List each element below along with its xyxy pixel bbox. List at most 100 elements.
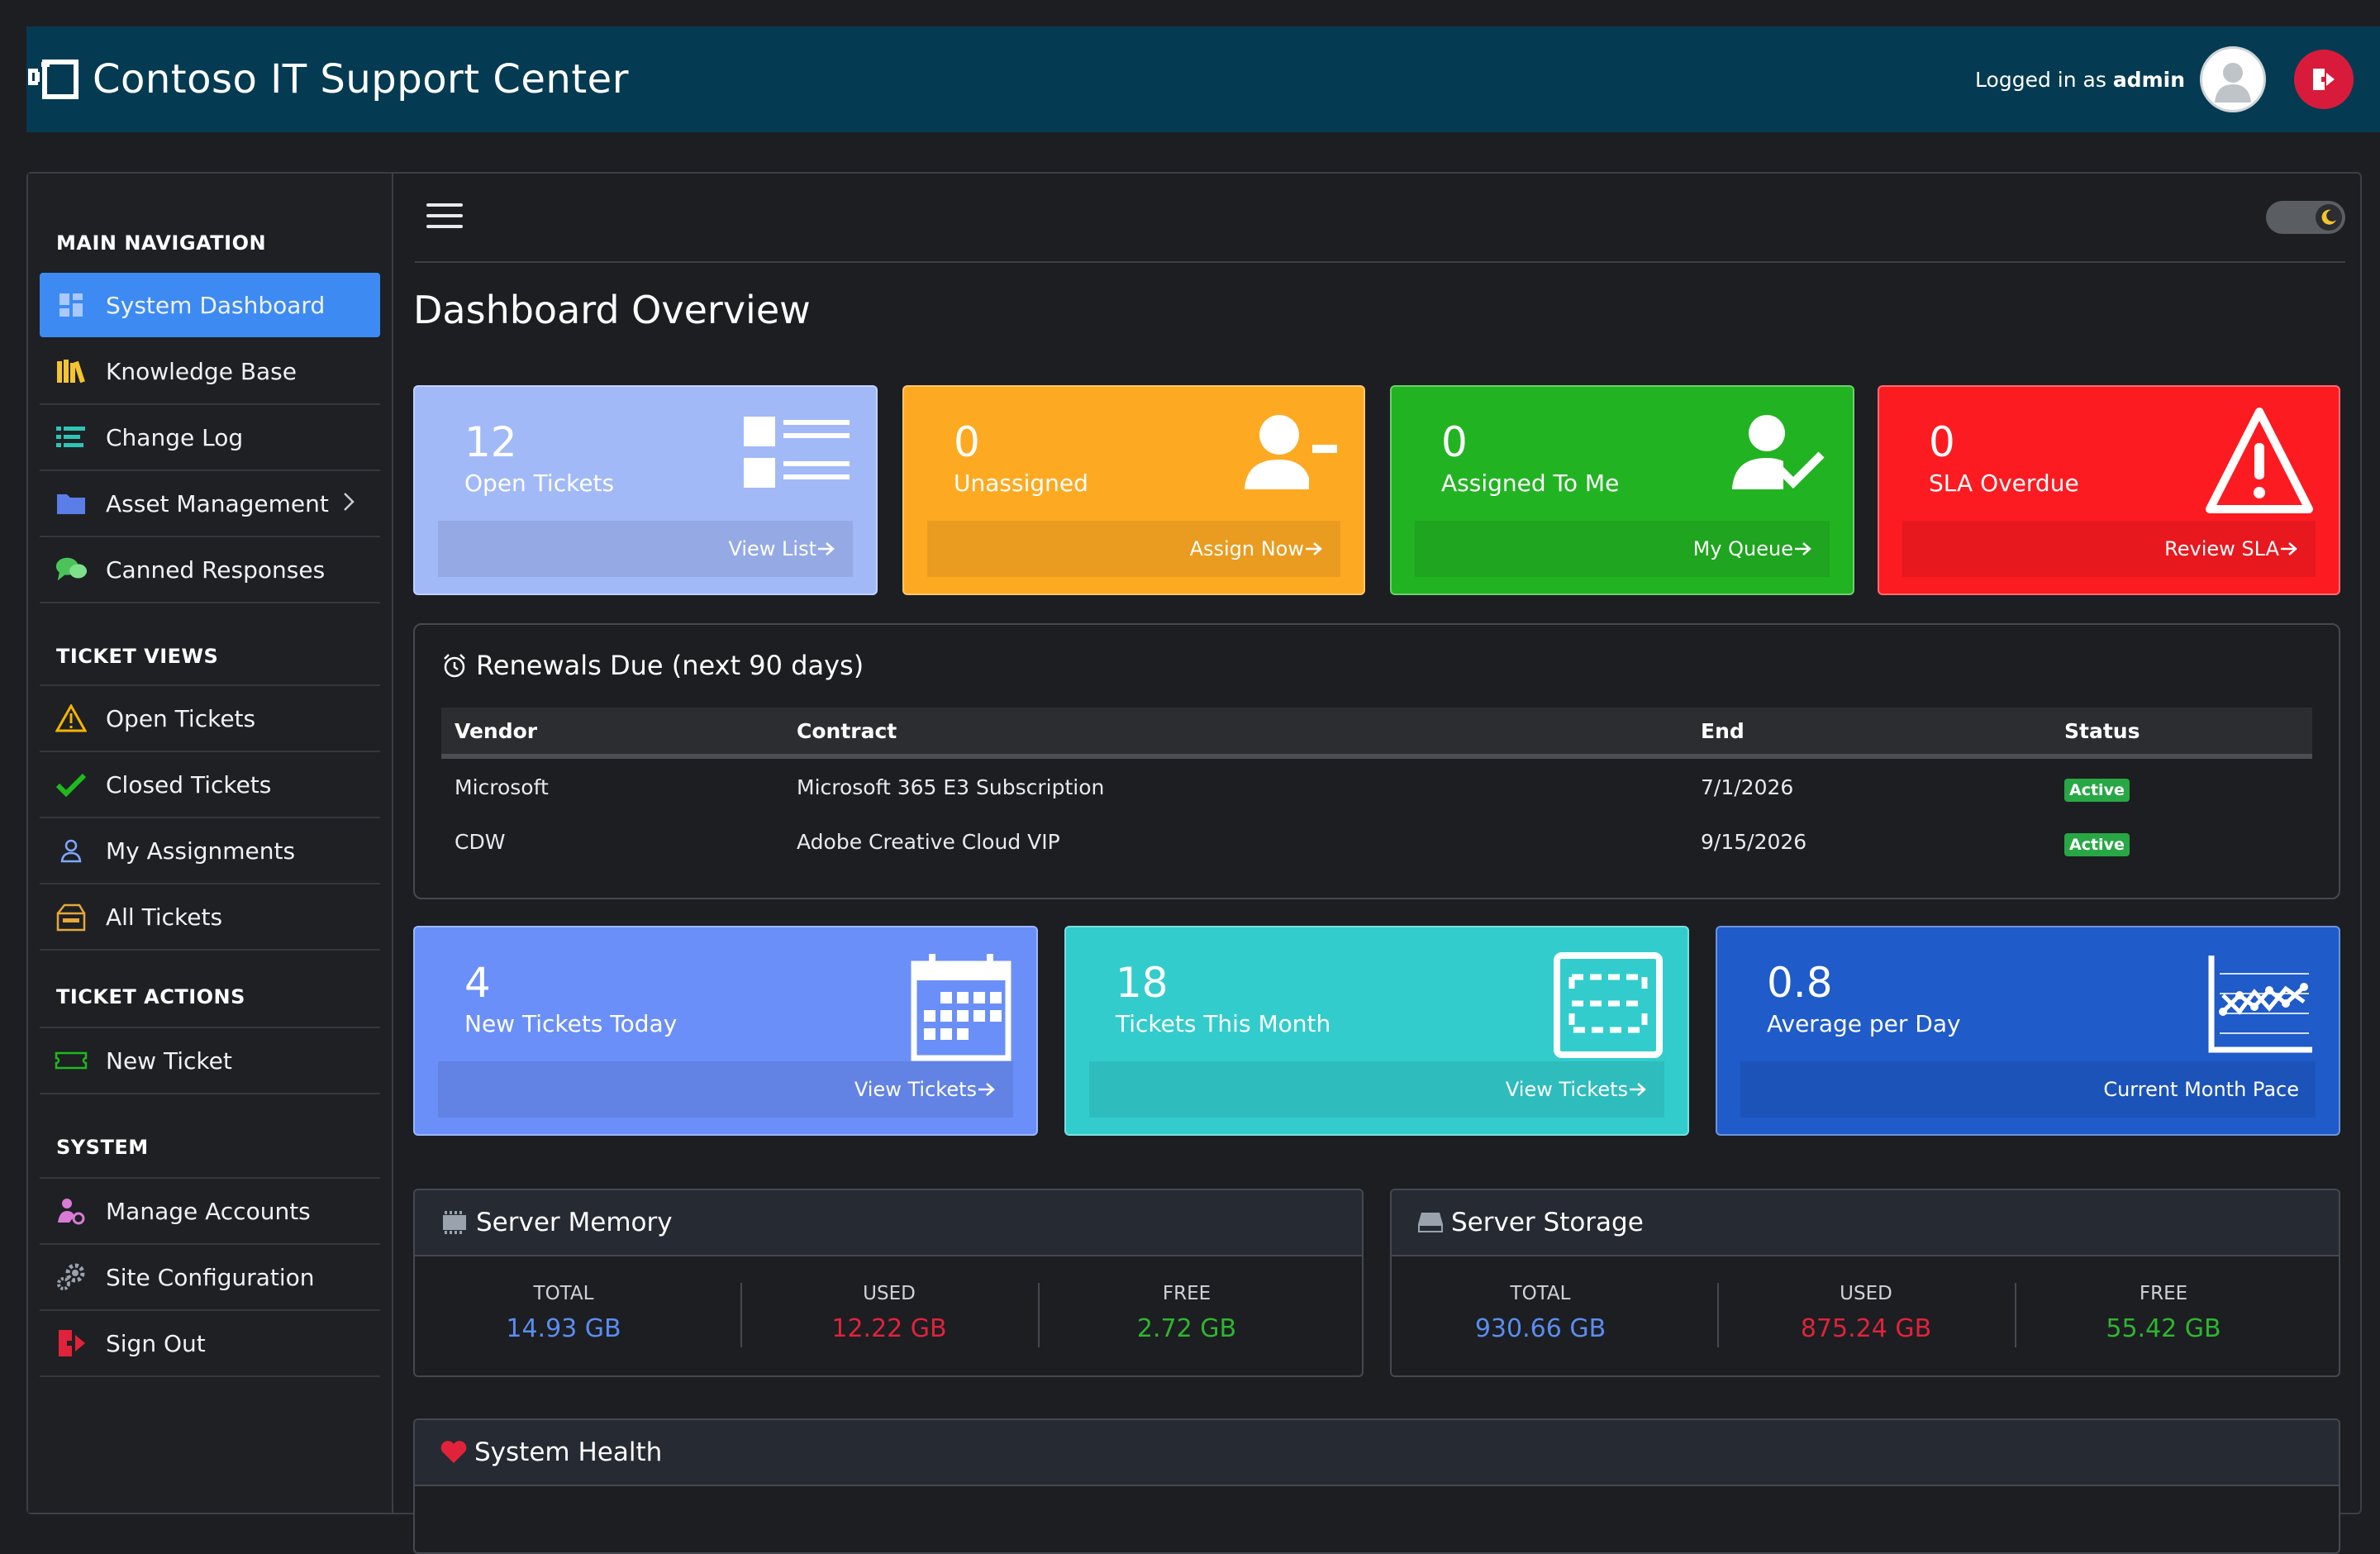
system-health-panel: System Health: [413, 1418, 2340, 1554]
storage-free: FREE 55.42 GB: [2015, 1283, 2312, 1343]
view-tickets-link[interactable]: View Tickets: [438, 1061, 1013, 1118]
stat-card-unassigned: 0 Unassigned Assign Now: [902, 385, 1365, 595]
section-ticket-actions: TICKET ACTIONS: [56, 985, 245, 1008]
hamburger-line: [426, 203, 463, 207]
gears-icon: [55, 1261, 88, 1294]
calendar-icon: [911, 954, 1011, 1061]
sidebar: MAIN NAVIGATION System Dashboard Knowled…: [28, 174, 393, 1513]
sidebar-item-label: New Ticket: [106, 1046, 232, 1075]
server-memory-panel: Server Memory TOTAL 14.93 GB USED 12.22 …: [413, 1189, 1364, 1377]
assign-now-link[interactable]: Assign Now: [927, 521, 1340, 577]
panel-header: System Health: [415, 1420, 2339, 1486]
logout-button[interactable]: [2294, 50, 2354, 109]
sidebar-item-knowledge-base[interactable]: Knowledge Base: [40, 339, 380, 405]
line-chart-icon: [2208, 956, 2312, 1053]
login-status: Logged in as admin: [1975, 68, 2185, 92]
sidebar-item-open-tickets[interactable]: Open Tickets: [40, 686, 380, 752]
current-month-pace-link[interactable]: Current Month Pace: [1740, 1061, 2316, 1118]
brand-logo-icon: [28, 60, 79, 99]
heart-icon: [440, 1441, 467, 1463]
list-icon: [744, 417, 850, 488]
hamburger-line: [426, 214, 463, 217]
stat-link-label: Assign Now: [1189, 537, 1304, 560]
ticket-icon: [55, 1044, 88, 1077]
app-title: Contoso IT Support Center: [93, 56, 629, 102]
sidebar-item-label: Change Log: [106, 423, 244, 451]
view-tickets-link[interactable]: View Tickets: [1089, 1061, 1664, 1118]
section-ticket-views: TICKET VIEWS: [56, 645, 219, 668]
metric-label: USED: [1840, 1283, 1892, 1304]
sidebar-item-all-tickets[interactable]: All Tickets: [40, 884, 380, 951]
metric-value: 875.24 GB: [1800, 1314, 1932, 1343]
sidebar-item-label: All Tickets: [106, 903, 223, 931]
folder-icon: [55, 487, 88, 520]
sidebar-item-label: Closed Tickets: [106, 770, 272, 798]
account-settings-icon: [55, 1194, 88, 1227]
chevron-right-icon[interactable]: [342, 491, 355, 516]
review-sla-link[interactable]: Review SLA: [1902, 521, 2316, 577]
menu-toggle-button[interactable]: [426, 203, 463, 233]
sidebar-item-canned-responses[interactable]: Canned Responses: [40, 537, 380, 603]
stat-card-average-per-day: 0.8 Average per Day Current Month Pace: [1716, 926, 2340, 1136]
column-header[interactable]: End: [1701, 719, 1745, 743]
brand[interactable]: Contoso IT Support Center: [26, 56, 629, 102]
column-header[interactable]: Status: [2064, 719, 2140, 743]
stat-value: 0.8: [1767, 959, 1833, 1007]
sidebar-item-label: My Assignments: [106, 837, 296, 865]
sidebar-item-system-dashboard[interactable]: System Dashboard: [40, 273, 380, 337]
user-avatar-icon: [2215, 63, 2251, 102]
sidebar-item-label: System Dashboard: [106, 291, 326, 319]
metric-value: 14.93 GB: [506, 1314, 621, 1343]
table-header: Vendor Contract End Status: [441, 708, 2312, 759]
alarm-clock-icon: [444, 654, 465, 678]
panel-title: System Health: [474, 1437, 663, 1467]
sidebar-item-manage-accounts[interactable]: Manage Accounts: [40, 1179, 380, 1245]
dark-mode-toggle[interactable]: [2266, 201, 2345, 234]
table-row[interactable]: CDW Adobe Creative Cloud VIP 9/15/2026 A…: [441, 815, 2312, 870]
column-header[interactable]: Contract: [797, 719, 897, 743]
metric-value: 55.42 GB: [2106, 1314, 2221, 1343]
sidebar-item-sign-out[interactable]: Sign Out: [40, 1311, 380, 1377]
sidebar-item-closed-tickets[interactable]: Closed Tickets: [40, 752, 380, 818]
stat-link-label: View Tickets: [1505, 1078, 1628, 1101]
sidebar-item-label: Manage Accounts: [106, 1197, 311, 1225]
cell-end: 9/15/2026: [1701, 830, 1807, 854]
my-queue-link[interactable]: My Queue: [1415, 521, 1830, 577]
metric-value: 12.22 GB: [831, 1314, 947, 1343]
stat-card-open-tickets: 12 Open Tickets View List: [413, 385, 878, 595]
stat-value: 4: [464, 959, 491, 1007]
column-header[interactable]: Vendor: [455, 719, 537, 743]
section-system: SYSTEM: [56, 1136, 149, 1159]
arrow-right-icon: [1630, 1083, 1646, 1096]
panel-title: Server Storage: [1451, 1208, 1644, 1237]
metric-value: 2.72 GB: [1136, 1314, 1237, 1343]
panel-title: Server Memory: [476, 1208, 673, 1237]
sidebar-item-change-log[interactable]: Change Log: [40, 405, 380, 471]
warning-icon: [55, 702, 88, 735]
sidebar-item-new-ticket[interactable]: New Ticket: [40, 1028, 380, 1094]
storage-total: TOTAL 930.66 GB: [1392, 1283, 1689, 1343]
cell-contract: Adobe Creative Cloud VIP: [797, 830, 1060, 854]
panel-header: Server Memory: [415, 1190, 1362, 1256]
view-list-link[interactable]: View List: [438, 521, 853, 577]
sidebar-item-label: Knowledge Base: [106, 357, 297, 385]
sidebar-item-asset-management[interactable]: Asset Management: [40, 471, 380, 537]
stat-link-label: My Queue: [1692, 537, 1793, 560]
renewals-card: Renewals Due (next 90 days) Vendor Contr…: [413, 623, 2340, 899]
moon-icon: [2316, 204, 2342, 231]
avatar[interactable]: [2200, 46, 2266, 112]
sidebar-item-site-configuration[interactable]: Site Configuration: [40, 1245, 380, 1311]
memory-chip-icon: [443, 1211, 466, 1234]
stat-card-tickets-this-month: 18 Tickets This Month View Tickets: [1064, 926, 1689, 1136]
user-minus-icon: [1245, 415, 1337, 489]
stat-link-label: Review SLA: [2164, 537, 2279, 560]
calendar-range-icon: [1554, 952, 1663, 1058]
metric-label: FREE: [2139, 1283, 2188, 1304]
sidebar-item-label: Site Configuration: [106, 1263, 315, 1291]
table-row[interactable]: Microsoft Microsoft 365 E3 Subscription …: [441, 760, 2312, 815]
cell-end: 7/1/2026: [1701, 775, 1794, 799]
sidebar-item-my-assignments[interactable]: My Assignments: [40, 818, 380, 884]
stat-caption: New Tickets Today: [464, 1010, 678, 1037]
open-box-icon: [55, 900, 88, 933]
content-frame: MAIN NAVIGATION System Dashboard Knowled…: [26, 172, 2362, 1554]
